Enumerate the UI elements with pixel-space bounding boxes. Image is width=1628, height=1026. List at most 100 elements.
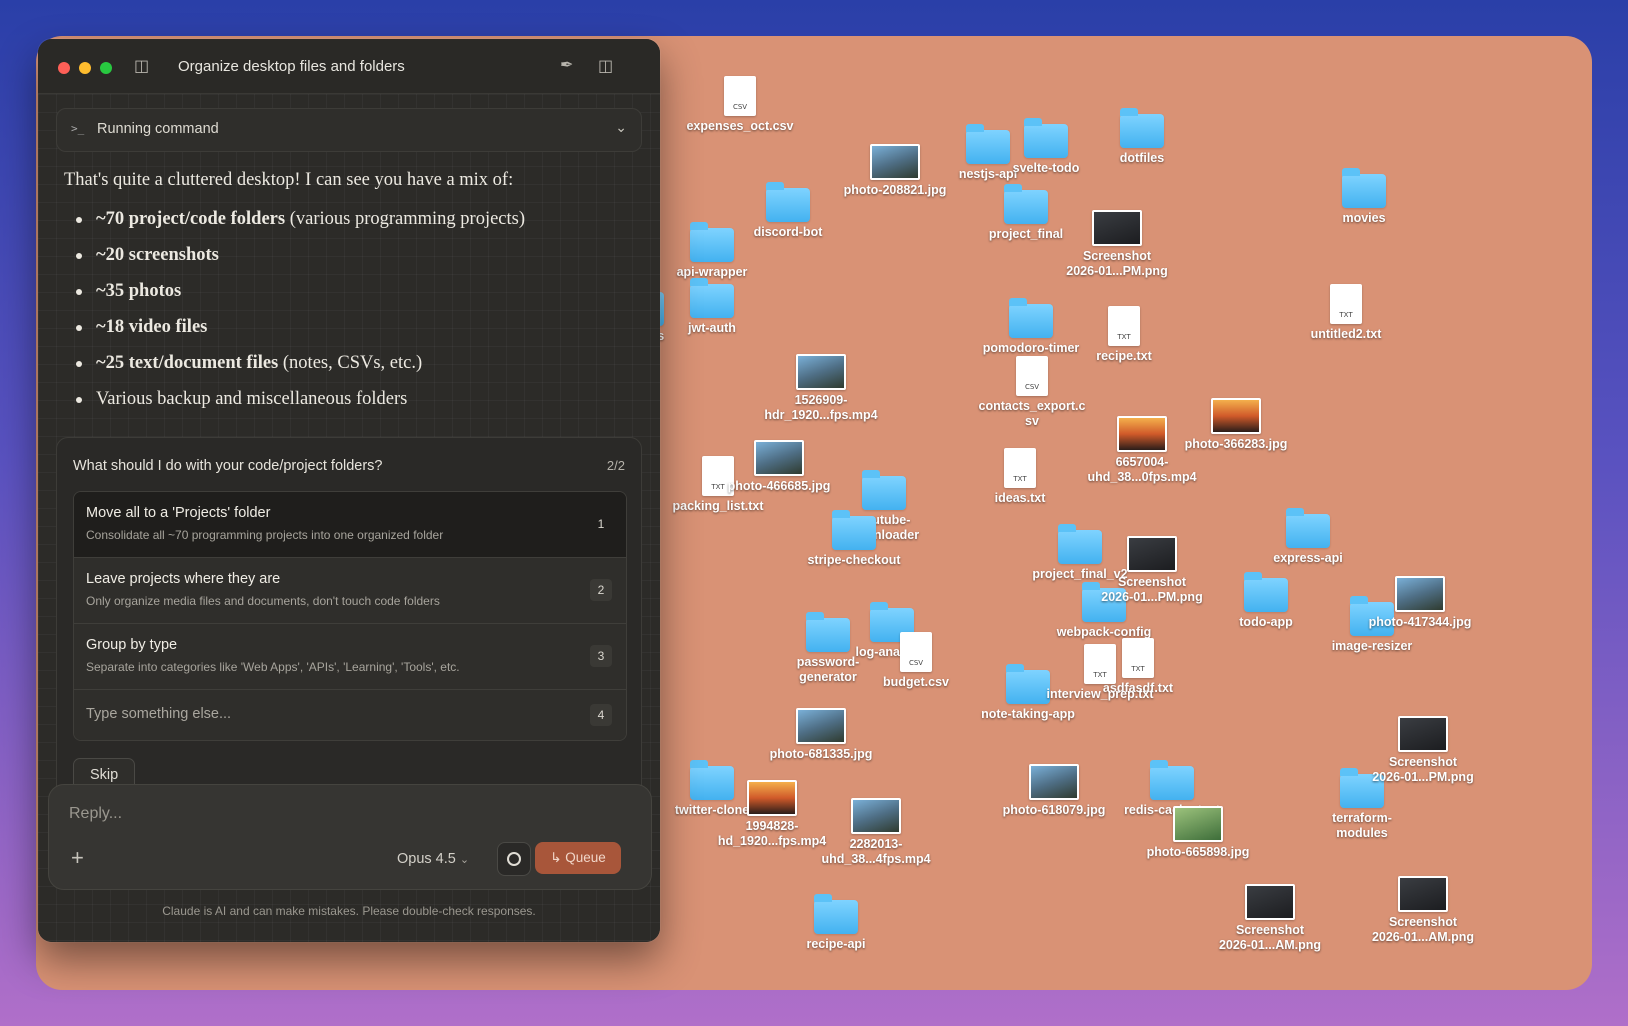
image-thumbnail-icon (1173, 806, 1223, 842)
assistant-intro: That's quite a cluttered desktop! I can … (64, 170, 514, 190)
list-item: ~35 photos (64, 278, 525, 314)
desktop-item-label: Screenshot 2026-01...AM.png (1371, 915, 1475, 944)
desktop-item-screenshot-2026-01-am-png[interactable]: Screenshot 2026-01...AM.png (1348, 876, 1498, 945)
document-icon: TXT (1004, 448, 1036, 488)
record-button[interactable] (497, 842, 531, 876)
image-thumbnail-icon (1092, 210, 1142, 246)
list-item: Various backup and miscellaneous folders (64, 386, 525, 422)
desktop-item-expenses-oct-csv[interactable]: CSV expenses_oct.csv (665, 76, 815, 134)
folder-icon (1009, 298, 1053, 338)
close-window-button[interactable] (58, 62, 70, 74)
desktop-item-6657004-uhd-38-0fps-mp4[interactable]: 6657004- uhd_38...0fps.mp4 (1067, 416, 1217, 485)
desktop-item-label: photo-417344.jpg (1368, 615, 1472, 629)
desktop-item-screenshot-2026-01-pm-png[interactable]: Screenshot 2026-01...PM.png (1077, 536, 1227, 605)
desktop-item-svelte-todo[interactable]: svelte-todo (971, 118, 1121, 176)
add-attachment-icon[interactable]: + (71, 845, 84, 871)
image-thumbnail-icon (796, 354, 846, 390)
zoom-window-button[interactable] (100, 62, 112, 74)
desktop-item-2282013-uhd-38-4fps-mp4[interactable]: 2282013- uhd_38...4fps.mp4 (801, 798, 951, 867)
folder-icon (1024, 118, 1068, 158)
desktop-item-photo-681335-jpg[interactable]: photo-681335.jpg (746, 708, 896, 762)
desktop-item-interview-prep-txt[interactable]: TXT interview_prep.txt (1025, 644, 1175, 702)
option-leave-projects[interactable]: Leave projects where they are Only organ… (74, 558, 626, 624)
option-move-to-projects[interactable]: Move all to a 'Projects' folder Consolid… (74, 492, 626, 558)
desktop-item-label: recipe.txt (1096, 349, 1152, 363)
shortcut-badge: 4 (590, 704, 612, 726)
desktop-item-label: Screenshot 2026-01...AM.png (1218, 923, 1322, 952)
image-thumbnail-icon (1395, 576, 1445, 612)
question-counter: 2/2 (606, 458, 625, 473)
desktop-item-photo-618079-jpg[interactable]: photo-618079.jpg (979, 764, 1129, 818)
folder-icon (766, 182, 810, 222)
shortcut-badge: 3 (590, 645, 612, 667)
pin-icon[interactable]: ✒ (560, 55, 573, 75)
desktop-item-label: photo-208821.jpg (843, 183, 947, 197)
desktop-item-recipe-api[interactable]: recipe-api (761, 894, 911, 952)
folder-icon (1244, 572, 1288, 612)
queue-button[interactable]: ↳ Queue (535, 842, 621, 874)
folder-icon (1286, 508, 1330, 548)
model-selector[interactable]: Opus 4.5 ⌄ (397, 851, 469, 867)
desktop-item-label: budget.csv (883, 675, 949, 689)
shortcut-badge: 2 (590, 579, 612, 601)
desktop-item-screenshot-2026-01-am-png[interactable]: Screenshot 2026-01...AM.png (1195, 884, 1345, 953)
desktop-item-photo-208821-jpg[interactable]: photo-208821.jpg (820, 144, 970, 198)
desktop-item-label: movies (1342, 211, 1386, 225)
option-group-by-type[interactable]: Group by type Separate into categories l… (74, 624, 626, 690)
document-icon: TXT (1108, 306, 1140, 346)
desktop-item-1526909-hdr-1920-fps-mp4[interactable]: 1526909- hdr_1920...fps.mp4 (746, 354, 896, 423)
desktop-item-recipe-txt[interactable]: TXT recipe.txt (1049, 306, 1199, 364)
desktop-item-budget-csv[interactable]: CSV budget.csv (841, 632, 991, 690)
document-icon: TXT (1084, 644, 1116, 684)
document-icon: CSV (900, 632, 932, 672)
list-item: ~25 text/document files (notes, CSVs, et… (64, 350, 525, 386)
reply-input[interactable]: Reply... (69, 805, 122, 823)
image-thumbnail-icon (1117, 416, 1167, 452)
summary-list: ~70 project/code folders (various progra… (64, 206, 525, 422)
folder-icon (832, 510, 876, 550)
desktop-item-label: photo-665898.jpg (1146, 845, 1250, 859)
image-thumbnail-icon (851, 798, 901, 834)
desktop-item-label: photo-681335.jpg (769, 747, 873, 761)
desktop-item-label: 6657004- uhd_38...0fps.mp4 (1087, 455, 1197, 484)
desktop-item-untitled2-txt[interactable]: TXT untitled2.txt (1271, 284, 1421, 342)
chevron-down-icon: ⌄ (459, 854, 470, 866)
option-custom-input[interactable]: Type something else... 4 (74, 690, 626, 740)
desktop-item-label: photo-466685.jpg (727, 479, 831, 493)
window-title: Organize desktop files and folders (178, 58, 405, 75)
panel-toggle-icon[interactable]: ◫ (598, 56, 613, 76)
desktop-item-label: Screenshot 2026-01...PM.png (1372, 755, 1474, 784)
desktop-item-label: stripe-checkout (807, 553, 901, 567)
image-thumbnail-icon (1245, 884, 1295, 920)
folder-icon (814, 894, 858, 934)
desktop-item-express-api[interactable]: express-api (1233, 508, 1383, 566)
image-thumbnail-icon (1127, 536, 1177, 572)
chevron-down-icon[interactable]: ⌄ (615, 119, 627, 136)
desktop-item-screenshot-2026-01-pm-png[interactable]: Screenshot 2026-01...PM.png (1348, 716, 1498, 785)
list-item: ~18 video files (64, 314, 525, 350)
running-command-block[interactable]: >_ Running command ⌄ (56, 108, 642, 152)
document-icon: CSV (724, 76, 756, 116)
image-thumbnail-icon (870, 144, 920, 180)
document-icon: CSV (1016, 356, 1048, 396)
desktop-item-photo-665898-jpg[interactable]: photo-665898.jpg (1123, 806, 1273, 860)
desktop-item-label: 2282013- uhd_38...4fps.mp4 (821, 837, 931, 866)
claude-window: ◫ Organize desktop files and folders ✒ ◫… (38, 39, 660, 942)
desktop-item-label: expenses_oct.csv (686, 119, 794, 133)
minimize-window-button[interactable] (79, 62, 91, 74)
list-item: ~20 screenshots (64, 242, 525, 278)
question-title: What should I do with your code/project … (73, 458, 383, 474)
conversation: >_ Running command ⌄ That's quite a clut… (38, 94, 660, 942)
desktop-item-photo-466685-jpg[interactable]: photo-466685.jpg (704, 440, 854, 494)
desktop-item-movies[interactable]: movies (1289, 168, 1439, 226)
desktop-item-label: ideas.txt (994, 491, 1046, 505)
desktop-item-stripe-checkout[interactable]: stripe-checkout (779, 510, 929, 568)
return-icon: ↳ (550, 850, 562, 865)
desktop-item-screenshot-2026-01-pm-png[interactable]: Screenshot 2026-01...PM.png (1042, 210, 1192, 279)
sidebar-toggle-icon[interactable]: ◫ (134, 56, 149, 76)
folder-icon (1120, 108, 1164, 148)
disclaimer: Claude is AI and can make mistakes. Plea… (162, 904, 536, 918)
shortcut-badge: 1 (597, 517, 605, 531)
image-thumbnail-icon (747, 780, 797, 816)
desktop-item-photo-417344-jpg[interactable]: photo-417344.jpg (1345, 576, 1495, 630)
